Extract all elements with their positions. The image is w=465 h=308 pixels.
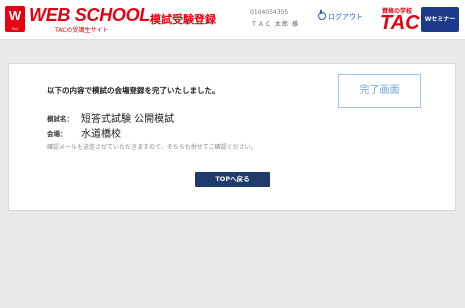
user-id: 0104034305 — [250, 9, 289, 16]
web-school-logo[interactable]: W TAC WEB SCHOOL TACの受講生サイト — [5, 5, 150, 35]
user-name: ＴＡＣ 太郎 様 — [251, 21, 299, 28]
venue-value: 水道橋校 — [81, 129, 121, 140]
complete-screen-label: 完了画面 — [338, 74, 421, 108]
tac-logo[interactable]: 資格の学校 TAC Wセミナー — [380, 6, 460, 34]
exam-label: 模試名： — [47, 114, 73, 123]
completion-message: 以下の内容で模試の会場登録を完了いたしました。 — [47, 86, 220, 95]
page-title: 模試受験登録 — [150, 13, 216, 26]
logout-link[interactable]: ログアウト — [318, 10, 363, 22]
power-icon — [318, 10, 326, 20]
site-header: W TAC WEB SCHOOL TACの受講生サイト 模試受験登録 01040… — [0, 0, 465, 40]
brand-subtitle: TACの受講生サイト — [55, 27, 109, 34]
w-logo-icon: W TAC — [5, 6, 25, 32]
venue-row: 会場： 水道橋校 — [47, 122, 121, 141]
logout-label: ログアウト — [328, 13, 363, 21]
tac-wordmark: TAC — [380, 12, 420, 34]
confirmation-note: 確認メールも送信させていただきますので、そちらも併せてご確認ください。 — [47, 144, 257, 151]
completion-card: 完了画面 以下の内容で模試の会場登録を完了いたしました。 模試名： 短答式試験 公… — [8, 63, 456, 211]
w-seminar-badge: Wセミナー — [421, 7, 459, 32]
brand-name: WEB SCHOOL — [29, 5, 150, 25]
venue-label: 会場： — [47, 129, 67, 138]
back-to-top-button[interactable]: TOPへ戻る — [195, 172, 270, 187]
